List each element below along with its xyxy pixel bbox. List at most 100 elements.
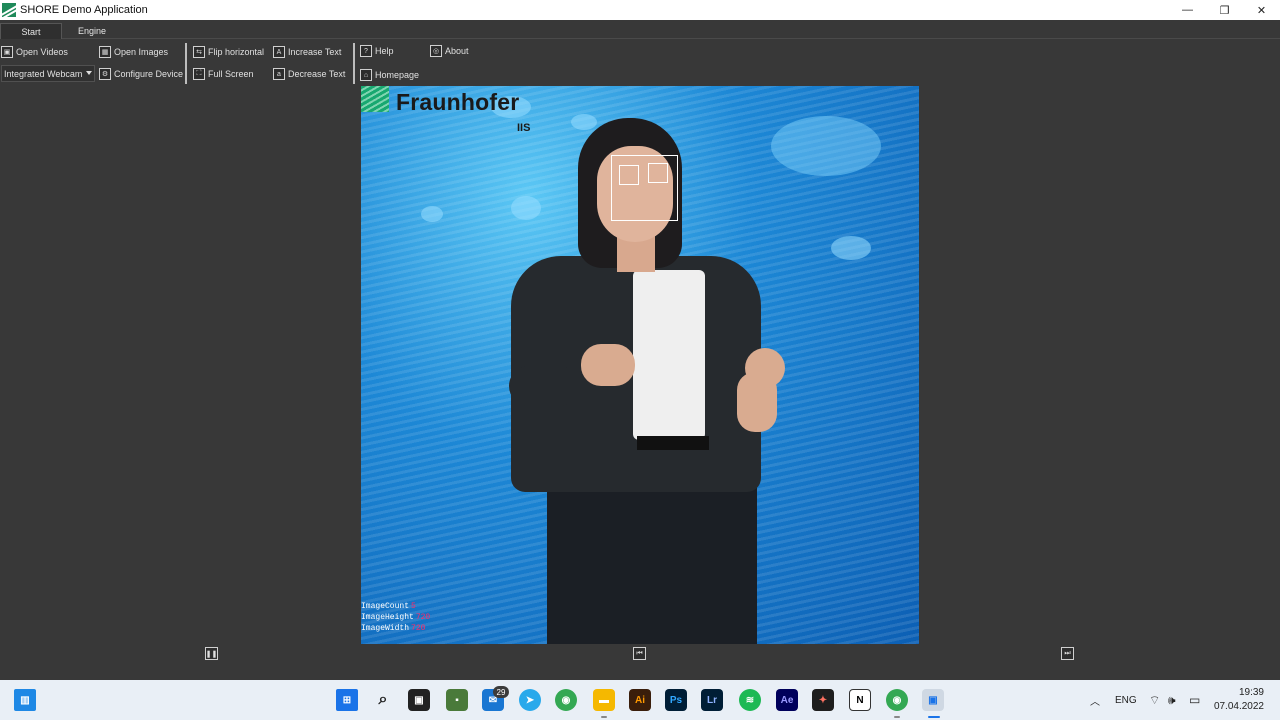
title-bar: SHORE Demo Application — ❐ ✕ [0,0,1280,20]
stat-value: 720 [415,613,431,622]
flip-horizontal-button[interactable]: ⇆ Flip horizontal [193,43,264,61]
image-stats: ImageCount 5 ImageHeight 720 ImageWidth 720 [361,601,430,634]
maximize-button[interactable]: ❐ [1206,0,1243,20]
battery-icon[interactable]: ▭ [1189,680,1200,720]
app-green-icon[interactable]: ▪ [446,689,468,711]
ribbon-tabs: Start Engine [0,20,1280,39]
text-decrease-icon: a [273,68,285,80]
file-explorer-icon[interactable]: ▬ [593,689,615,711]
person-shirt [633,270,705,440]
full-screen-label: Full Screen [208,69,254,79]
video-frame: Fraunhofer IIS ImageCount 5 ImageHeight 72… [361,86,919,644]
shore-app-icon[interactable]: ▣ [922,689,944,711]
minimize-button[interactable]: — [1169,0,1206,20]
about-icon: ◎ [430,45,442,57]
configure-device-button[interactable]: ⚙ Configure Device [99,65,183,83]
stat-row: ImageWidth 720 [361,623,430,634]
telegram-icon[interactable]: ➤ [519,689,541,711]
decrease-text-label: Decrease Text [288,69,346,79]
system-clock[interactable]: 19:39 07.04.2022 [1214,686,1264,714]
device-select-value: Integrated Webcam [4,68,83,79]
clock-time: 19:39 [1238,687,1264,698]
image-icon: ▦ [99,46,111,58]
after-effects-icon[interactable]: Ae [776,689,798,711]
stat-value: 5 [411,602,416,611]
taskbar: ▥ ⊞ ⌕ ▣ ▪ ✉ ➤ ◉ ▬ Ai Ps Lr ≋ Ae ✦ N ◉ ▣ … [0,680,1280,720]
tab-start[interactable]: Start [0,23,62,39]
text-increase-icon: A [273,46,285,58]
window-controls: — ❐ ✕ [1169,0,1280,20]
help-icon: ? [360,45,372,57]
toolbar: ▣ Open Videos ▦ Open Images ⇆ Flip horiz… [0,40,1280,86]
gear-icon: ⚙ [99,68,111,80]
previous-button[interactable]: ⏮ [633,647,646,660]
skip-back-icon: ⏮ [636,649,643,657]
stat-row: ImageHeight 720 [361,612,430,623]
stat-label: ImageHeight [361,613,414,622]
full-screen-button[interactable]: ⛶ Full Screen [193,65,254,83]
language-indicator[interactable]: ENG [1115,680,1137,720]
flip-horizontal-label: Flip horizontal [208,47,265,57]
chrome-icon[interactable]: ◉ [886,689,908,711]
eye-detection-box [648,163,668,183]
fullscreen-icon: ⛶ [193,68,205,80]
widgets-icon[interactable]: ▥ [14,689,36,711]
photoshop-icon[interactable]: Ps [665,689,687,711]
clock-date: 07.04.2022 [1213,701,1264,712]
close-button[interactable]: ✕ [1243,0,1280,20]
spotify-icon[interactable]: ≋ [739,689,761,711]
decrease-text-button[interactable]: a Decrease Text [273,65,345,83]
running-indicator [928,716,940,718]
stat-row: ImageCount 5 [361,601,430,612]
skip-forward-icon: ⏭ [1064,649,1071,657]
tray-overflow-icon[interactable]: ︿ [1090,680,1100,720]
chevron-down-icon [86,71,92,75]
person-left-arm [509,366,579,406]
open-videos-button[interactable]: ▣ Open Videos [1,43,68,61]
toolbar-separator [185,43,187,84]
lightroom-icon[interactable]: Lr [701,689,723,711]
pause-icon: ❚❚ [205,650,218,658]
stat-label: ImageWidth [361,624,410,633]
increase-text-button[interactable]: A Increase Text [273,43,341,61]
about-label: About [445,46,469,56]
homepage-button[interactable]: ⌂ Homepage [360,66,419,84]
about-button[interactable]: ◎ About [430,42,469,60]
open-images-button[interactable]: ▦ Open Images [99,43,168,61]
running-indicator [601,716,607,718]
eye-detection-box [619,165,639,185]
homepage-label: Homepage [375,70,420,80]
stat-label: ImageCount [361,602,410,611]
open-images-label: Open Images [114,47,169,57]
pause-button[interactable]: ❚❚ [205,647,218,660]
illustrator-icon[interactable]: Ai [629,689,651,711]
tab-engine[interactable]: Engine [62,23,122,39]
windows-start-icon[interactable]: ⊞ [336,689,358,711]
person-left-hand [581,344,635,386]
open-videos-label: Open Videos [16,47,68,57]
notion-icon[interactable]: N [849,689,871,711]
configure-device-label: Configure Device [114,69,184,79]
person-belt [637,436,709,450]
device-select[interactable]: Integrated Webcam [1,65,95,82]
app-icon [2,3,16,17]
mail-badge: 29 [493,686,509,698]
toolbar-separator [353,43,355,84]
chrome-icon[interactable]: ◉ [555,689,577,711]
stat-value: 720 [411,624,426,633]
flip-icon: ⇆ [193,46,205,58]
home-icon: ⌂ [360,69,372,81]
wifi-icon[interactable]: ⌔ [1149,680,1160,720]
video-icon: ▣ [1,46,13,58]
search-icon[interactable]: ⌕ [372,689,394,711]
volume-icon[interactable]: 🕪 [1168,680,1176,720]
help-button[interactable]: ? Help [360,42,394,60]
task-view-icon[interactable]: ▣ [408,689,430,711]
increase-text-label: Increase Text [288,47,342,57]
next-button[interactable]: ⏭ [1061,647,1074,660]
figma-icon[interactable]: ✦ [812,689,834,711]
help-label: Help [375,46,394,56]
window-title: SHORE Demo Application [20,4,148,16]
running-indicator [894,716,900,718]
person-right-hand [745,348,785,388]
